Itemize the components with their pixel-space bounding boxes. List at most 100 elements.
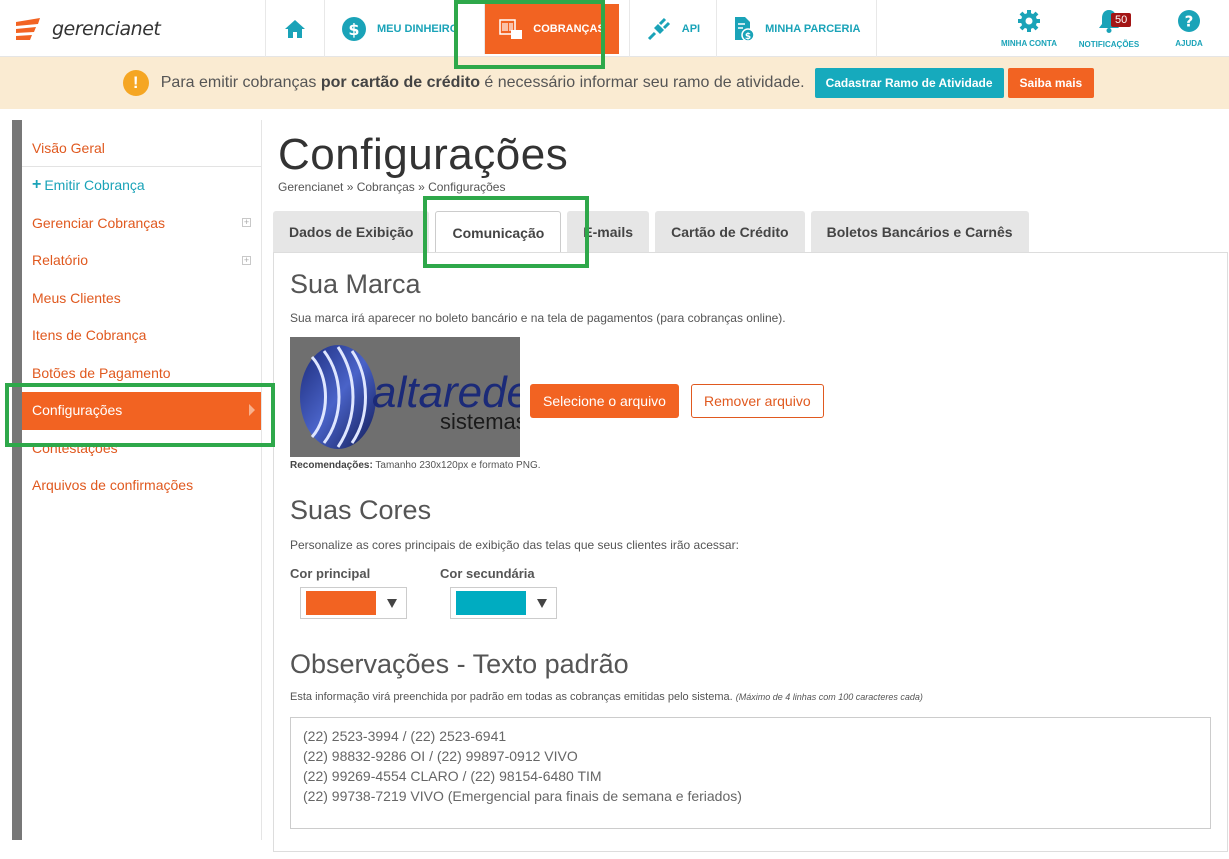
svg-text:$: $ bbox=[348, 20, 359, 39]
alert-prefix: Para emitir cobranças bbox=[160, 74, 321, 91]
obs-desc-limit: (Máximo de 4 linhas com 100 caracteres c… bbox=[735, 692, 923, 702]
sidebar-item-configuracoes[interactable]: Configurações bbox=[22, 392, 261, 430]
sidebar: Visão Geral + Emitir Cobrança Gerenciar C… bbox=[22, 120, 262, 840]
sidebar-item-label: Botões de Pagamento bbox=[32, 364, 171, 381]
sidebar-item-label: Visão Geral bbox=[32, 140, 105, 156]
gerencianet-logo-icon bbox=[16, 18, 40, 40]
obs-section-title: Observações - Texto padrão bbox=[290, 649, 629, 679]
nav-api-label: API bbox=[681, 22, 701, 35]
recommendations: Recomendações: Tamanho 230x120px e forma… bbox=[290, 460, 541, 471]
remove-file-button[interactable]: Remover arquivo bbox=[691, 384, 824, 418]
learn-more-button[interactable]: Saiba mais bbox=[1007, 68, 1095, 98]
sidebar-item-label: Relatório bbox=[32, 252, 89, 269]
breadcrumb: Gerencianet » Cobranças » Configurações bbox=[278, 180, 506, 194]
brand-section-title: Sua Marca bbox=[290, 269, 421, 299]
obs-section-desc: Esta informação virá preenchida por padr… bbox=[290, 691, 923, 703]
sidebar-item-botoes-de-pagamento[interactable]: Botões de Pagamento bbox=[22, 355, 261, 393]
svg-text:$: $ bbox=[745, 32, 751, 42]
right-nav: MINHA CONTA 50 NOTIFICAÇÕES ? AJUDA bbox=[989, 0, 1229, 57]
svg-text:?: ? bbox=[1185, 13, 1194, 31]
sidebar-item-label: Meus Clientes bbox=[32, 289, 121, 306]
billing-icon bbox=[499, 19, 523, 39]
nav-cobrancas[interactable]: COBRANÇAS bbox=[484, 4, 619, 54]
primary-color-swatch bbox=[306, 591, 376, 615]
exclamation-icon: ! bbox=[122, 70, 149, 96]
nav-cobrancas-label: COBRANÇAS bbox=[533, 23, 605, 35]
register-activity-button[interactable]: Cadastrar Ramo de Atividade bbox=[814, 68, 1004, 98]
tab-comunicacao[interactable]: Comunicação bbox=[435, 211, 562, 253]
tabs: Dados de Exibição Comunicação E-mails Ca… bbox=[273, 211, 1035, 253]
secondary-color-picker[interactable] bbox=[450, 587, 557, 619]
altarede-logo: altarede sistemas bbox=[300, 345, 520, 449]
nav-meu-dinheiro[interactable]: $ MEU DINHEIRO bbox=[324, 0, 474, 57]
rec-label: Recomendações: bbox=[290, 460, 373, 471]
help-icon: ? bbox=[1178, 10, 1200, 32]
nav-minha-parceria[interactable]: $ MINHA PARCERIA bbox=[716, 0, 878, 57]
sidebar-item-visao-geral[interactable]: Visão Geral bbox=[22, 120, 261, 167]
tab-emails[interactable]: E-mails bbox=[567, 211, 650, 253]
plug-icon bbox=[647, 17, 670, 40]
select-file-button[interactable]: Selecione o arquivo bbox=[530, 384, 679, 418]
dollar-icon: $ bbox=[342, 16, 366, 41]
main-nav: $ MEU DINHEIRO COBRANÇAS API $ MINHA PAR… bbox=[265, 0, 878, 57]
sidebar-item-arquivos-de-confirmacoes[interactable]: Arquivos de confirmações bbox=[22, 467, 261, 505]
secondary-color-label: Cor secundária bbox=[440, 566, 535, 581]
notifications-badge: 50 bbox=[1111, 13, 1132, 27]
dropdown-arrow-icon bbox=[387, 598, 397, 608]
primary-color-label: Cor principal bbox=[290, 566, 371, 581]
sidebar-item-meus-clientes[interactable]: Meus Clientes bbox=[22, 280, 261, 318]
notifications-label: NOTIFICAÇÕES bbox=[1078, 40, 1140, 49]
sidebar-item-label: Configurações bbox=[32, 402, 123, 419]
gerencianet-logo[interactable]: gerencianet bbox=[14, 14, 161, 44]
sidebar-item-label: Itens de Cobrança bbox=[32, 327, 147, 344]
sidebar-item-relatorio[interactable]: Relatório + bbox=[22, 242, 261, 280]
settings-panel: Sua Marca Sua marca irá aparecer no bole… bbox=[273, 252, 1228, 852]
sidebar-item-itens-de-cobranca[interactable]: Itens de Cobrança bbox=[22, 317, 261, 355]
secondary-color-swatch bbox=[456, 591, 526, 615]
obs-desc-text: Esta informação virá preenchida por padr… bbox=[290, 691, 733, 703]
help-label: AJUDA bbox=[1175, 39, 1203, 48]
nav-minha-parceria-label: MINHA PARCERIA bbox=[765, 22, 861, 35]
gear-icon bbox=[1018, 10, 1040, 32]
sidebar-item-label: Contestações bbox=[32, 439, 118, 456]
expand-icon[interactable]: + bbox=[242, 218, 251, 228]
primary-color-picker[interactable] bbox=[300, 587, 407, 619]
brand-logo-image: altarede sistemas bbox=[290, 337, 520, 457]
page-title: Configurações bbox=[278, 130, 569, 179]
sidebar-item-label: Emitir Cobrança bbox=[44, 177, 145, 194]
alert-message: Para emitir cobranças por cartão de créd… bbox=[161, 74, 805, 92]
colors-section-desc: Personalize as cores principais de exibi… bbox=[290, 538, 739, 552]
caret-right-icon bbox=[249, 404, 255, 417]
tab-cartao-de-credito[interactable]: Cartão de Crédito bbox=[655, 211, 805, 253]
alert-bold: por cartão de crédito bbox=[320, 74, 480, 91]
dropdown-arrow-icon bbox=[537, 598, 547, 608]
sidebar-item-label: Arquivos de confirmações bbox=[32, 477, 194, 494]
tab-boletos-bancarios-e-carnes[interactable]: Boletos Bancários e Carnês bbox=[810, 211, 1029, 253]
sidebar-item-contestacoes[interactable]: Contestações bbox=[22, 430, 261, 468]
sidebar-strip bbox=[12, 120, 22, 840]
alert-suffix: é necessário informar seu ramo de ativid… bbox=[479, 74, 805, 91]
alert-bar: ! Para emitir cobranças por cartão de cr… bbox=[0, 57, 1229, 109]
nav-api[interactable]: API bbox=[628, 0, 716, 57]
rec-text: Tamanho 230x120px e formato PNG. bbox=[372, 460, 541, 471]
nav-home[interactable] bbox=[265, 0, 324, 57]
account-button[interactable]: MINHA CONTA bbox=[989, 0, 1069, 57]
home-icon bbox=[285, 19, 305, 38]
brand-section-desc: Sua marca irá aparecer no boleto bancári… bbox=[290, 311, 786, 325]
tab-dados-de-exibicao[interactable]: Dados de Exibição bbox=[273, 211, 430, 253]
obs-textarea[interactable]: (22) 2523-3994 / (22) 2523-6941 (22) 988… bbox=[290, 717, 1211, 829]
help-button[interactable]: ? AJUDA bbox=[1149, 0, 1229, 57]
notifications-button[interactable]: 50 NOTIFICAÇÕES bbox=[1069, 0, 1149, 57]
sidebar-item-emitir-cobranca[interactable]: + Emitir Cobrança bbox=[22, 167, 261, 205]
sidebar-item-gerenciar-cobrancas[interactable]: Gerenciar Cobranças + bbox=[22, 205, 261, 243]
brand-name: gerencianet bbox=[52, 18, 161, 40]
nav-meu-dinheiro-label: MEU DINHEIRO bbox=[377, 22, 459, 35]
plus-icon: + bbox=[32, 176, 42, 194]
top-bar: gerencianet $ MEU DINHEIRO COBRANÇAS API bbox=[0, 0, 1229, 57]
expand-icon[interactable]: + bbox=[242, 255, 251, 265]
sidebar-item-label: Gerenciar Cobranças bbox=[32, 214, 166, 231]
colors-section-title: Suas Cores bbox=[290, 495, 432, 525]
document-money-icon: $ bbox=[735, 16, 755, 42]
logo-sub: sistemas bbox=[440, 409, 520, 434]
account-label: MINHA CONTA bbox=[1001, 39, 1057, 48]
